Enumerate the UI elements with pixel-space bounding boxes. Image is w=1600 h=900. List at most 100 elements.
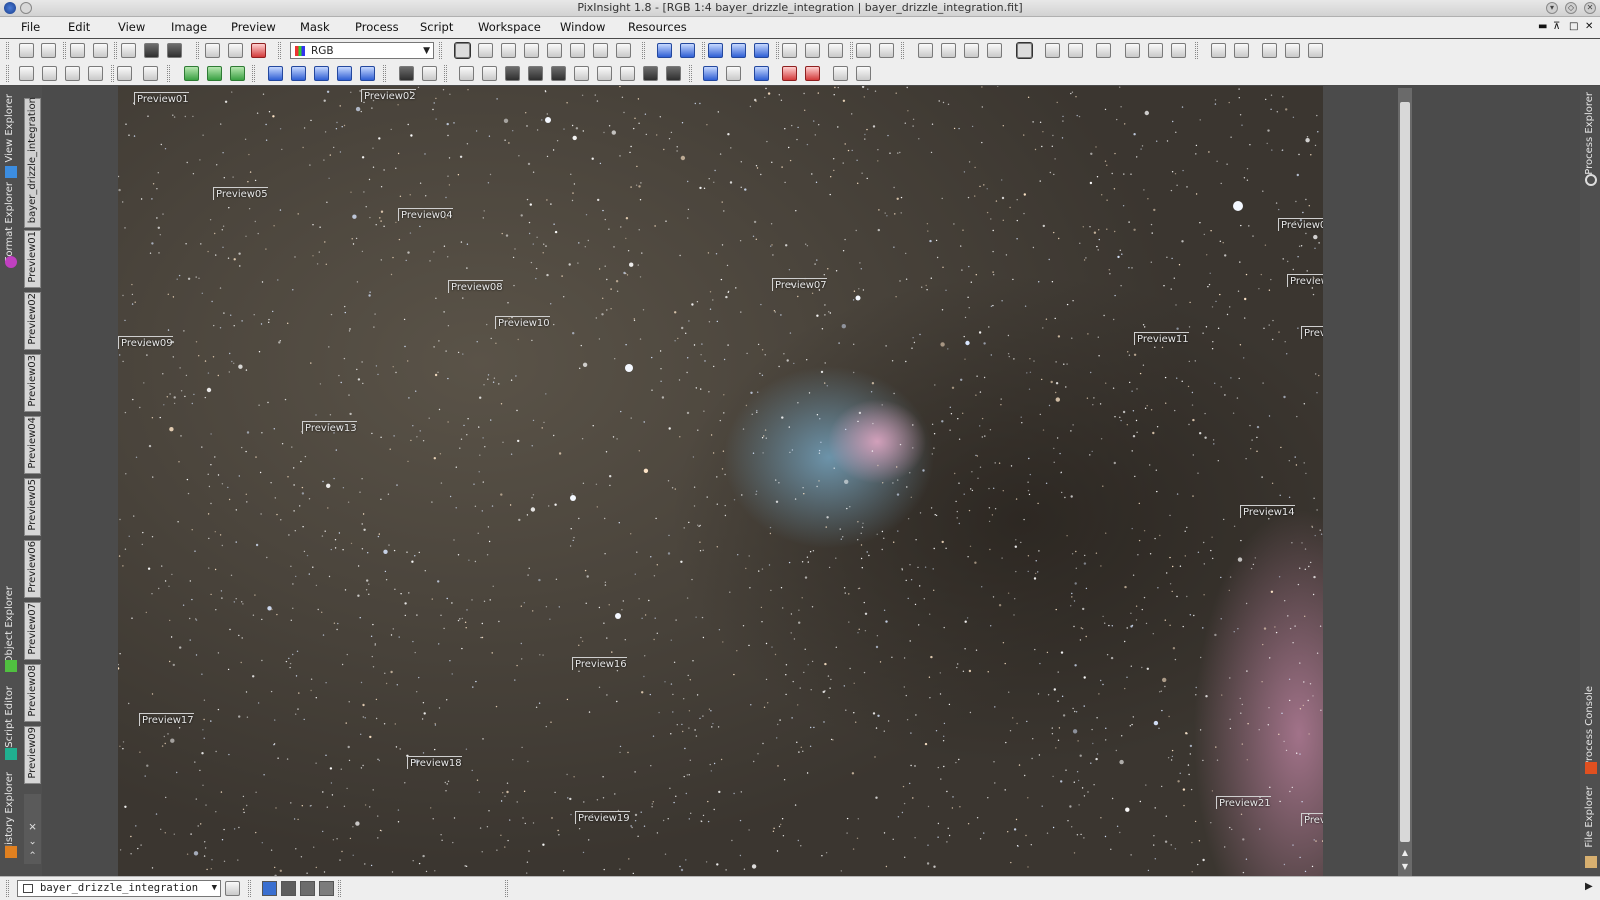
- menu-preview[interactable]: Preview: [231, 20, 276, 34]
- toolbar-grip[interactable]: [114, 42, 117, 59]
- redo-icon[interactable]: [41, 43, 56, 58]
- toolbar-grip[interactable]: [1195, 42, 1198, 59]
- undo-icon[interactable]: [19, 43, 34, 58]
- gray-fill-icon[interactable]: [422, 66, 437, 81]
- statusbar-grip[interactable]: [6, 880, 9, 897]
- screen-icon[interactable]: [703, 66, 718, 81]
- menu-file[interactable]: File: [21, 20, 40, 34]
- mask-mode-6-icon[interactable]: [620, 66, 635, 81]
- display-mode-r-icon[interactable]: [281, 881, 296, 896]
- preview-label-14[interactable]: Preview14: [1240, 505, 1295, 518]
- new-window-icon[interactable]: [121, 43, 136, 58]
- color-icon[interactable]: [251, 43, 266, 58]
- preview-label-03[interactable]: Preview03: [1278, 218, 1323, 231]
- tab-bayer-drizzle-integration[interactable]: bayer_drizzle_integration: [24, 97, 41, 228]
- toolbar-grip[interactable]: [642, 42, 645, 59]
- statusbar-grip[interactable]: [248, 880, 251, 897]
- dock-tab-process-console[interactable]: Process Console: [1582, 686, 1600, 778]
- rotate-180-icon[interactable]: [314, 66, 329, 81]
- mask-mode-1-icon[interactable]: [505, 66, 520, 81]
- workspace-4-icon[interactable]: [987, 43, 1002, 58]
- preview-label-21[interactable]: Preview21: [1216, 796, 1271, 809]
- preview-label-08[interactable]: Preview08: [448, 280, 503, 293]
- mdi-close-icon[interactable]: ✕: [1585, 21, 1593, 32]
- mdi-maximize-icon[interactable]: □: [1569, 21, 1578, 32]
- stf-icon[interactable]: [19, 66, 34, 81]
- mask-mode-2-icon[interactable]: [528, 66, 543, 81]
- center-mode-icon[interactable]: [524, 43, 539, 58]
- rotate-left-icon[interactable]: [268, 66, 283, 81]
- preview-label-13[interactable]: Preview13: [302, 421, 357, 434]
- preview-view-icon[interactable]: [1016, 42, 1033, 59]
- workspace-1-icon[interactable]: [918, 43, 933, 58]
- preview-label-12[interactable]: Preview12: [1301, 326, 1323, 339]
- preview-label-17[interactable]: Preview17: [139, 713, 194, 726]
- preview-label-16[interactable]: Preview16: [572, 657, 627, 670]
- zoom-out-icon[interactable]: [680, 43, 695, 58]
- view-options-icon[interactable]: [225, 881, 240, 896]
- dock-tab-history-explorer[interactable]: History Explorer: [2, 772, 20, 862]
- mdi-shade-icon[interactable]: ⊼: [1553, 21, 1560, 32]
- preview-c-icon[interactable]: [1171, 43, 1186, 58]
- display-mode-g-icon[interactable]: [300, 881, 315, 896]
- mirror-vertical-icon[interactable]: [360, 66, 375, 81]
- statusbar-grip[interactable]: [505, 880, 508, 897]
- zoom-1-1-icon[interactable]: [708, 43, 723, 58]
- cascade-icon[interactable]: [879, 43, 894, 58]
- image-view[interactable]: Preview01 Preview02 Preview03 Preview04 …: [118, 86, 1323, 876]
- view-select[interactable]: bayer_drizzle_integration ▼: [17, 880, 221, 897]
- mask-on-icon[interactable]: [459, 66, 474, 81]
- tab-preview03[interactable]: Preview03: [24, 354, 41, 412]
- stf-disable-icon[interactable]: [143, 66, 158, 81]
- dock-tab-format-explorer[interactable]: Format Explorer: [2, 182, 20, 274]
- toolbar-grip[interactable]: [252, 65, 255, 82]
- mask-off-icon[interactable]: [482, 66, 497, 81]
- reset-preview-icon[interactable]: [1096, 43, 1111, 58]
- screen-7-icon[interactable]: [856, 66, 871, 81]
- preview-a-icon[interactable]: [1125, 43, 1140, 58]
- invert-mask-icon[interactable]: [205, 43, 220, 58]
- toolbar-grip[interactable]: [6, 42, 9, 59]
- tile-icon[interactable]: [856, 43, 871, 58]
- menu-resources[interactable]: Resources: [628, 20, 687, 34]
- select-arrow-icon[interactable]: [616, 43, 631, 58]
- screen-4-icon[interactable]: [782, 66, 797, 81]
- workspace-2-icon[interactable]: [941, 43, 956, 58]
- scroll-up-icon[interactable]: ▲: [1400, 848, 1410, 857]
- screen-5-icon[interactable]: [805, 66, 820, 81]
- menu-image[interactable]: Image: [171, 20, 207, 34]
- panel-3-icon[interactable]: [1262, 43, 1277, 58]
- black-icon[interactable]: [399, 66, 414, 81]
- mask-mode-3-icon[interactable]: [551, 66, 566, 81]
- store-preview-icon[interactable]: [1045, 43, 1060, 58]
- stf-boost-icon[interactable]: [117, 66, 132, 81]
- stf-auto-icon[interactable]: [88, 66, 103, 81]
- panel-4-icon[interactable]: [1285, 43, 1300, 58]
- menu-process[interactable]: Process: [355, 20, 399, 34]
- toolbar-grip[interactable]: [444, 65, 447, 82]
- fit-window-icon[interactable]: [805, 43, 820, 58]
- preview-label-19[interactable]: Preview19: [575, 811, 630, 824]
- dock-tab-file-explorer[interactable]: File Explorer: [1582, 786, 1600, 872]
- panel-icon[interactable]: [1211, 43, 1226, 58]
- vertical-scrollbar[interactable]: ▲ ▼: [1398, 88, 1412, 876]
- zoom-mode-icon[interactable]: [478, 43, 493, 58]
- duplicate-icon[interactable]: [93, 43, 108, 58]
- mask-mode-7-icon[interactable]: [643, 66, 658, 81]
- zoom-fit-icon[interactable]: [731, 43, 746, 58]
- preview-label-11[interactable]: Preview11: [1134, 332, 1189, 345]
- statusbar-expand-icon[interactable]: ▶: [1585, 881, 1593, 892]
- toolbar-grip[interactable]: [111, 65, 114, 82]
- show-mask-icon[interactable]: [167, 43, 182, 58]
- preview-label-09[interactable]: Preview09: [118, 336, 173, 349]
- toolbar-grip[interactable]: [850, 42, 853, 59]
- display-mode-b-icon[interactable]: [319, 881, 334, 896]
- zoom-fill-icon[interactable]: [754, 43, 769, 58]
- screen-3-icon[interactable]: [754, 66, 769, 81]
- toolbar-grip[interactable]: [702, 42, 705, 59]
- menu-mask[interactable]: Mask: [300, 20, 330, 34]
- toolbar-grip[interactable]: [6, 65, 9, 82]
- panel-2-icon[interactable]: [1234, 43, 1249, 58]
- readout-mode-icon[interactable]: [454, 42, 471, 59]
- toolbar-grip[interactable]: [439, 42, 442, 59]
